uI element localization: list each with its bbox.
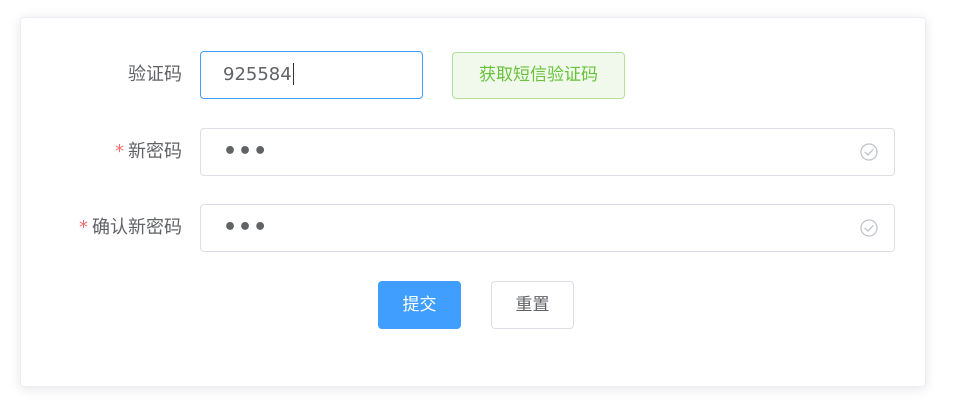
verification-code-label: 验证码 (128, 64, 182, 85)
reset-button[interactable]: 重置 (491, 281, 574, 329)
verification-code-input[interactable]: 925584 (200, 51, 423, 99)
required-asterisk: * (115, 141, 124, 162)
confirm-password-label: * 确认新密码 (79, 217, 182, 238)
check-circle-icon (860, 219, 878, 237)
confirm-password-masked-value: ••• (223, 215, 269, 240)
form-actions: 提交 重置 (21, 281, 925, 329)
new-password-label: * 新密码 (115, 141, 182, 162)
reset-password-card: 验证码 925584 获取短信验证码 * 新密码 ••• * 确认新密码 ••• 提… (20, 17, 926, 387)
form-item-new-password: * 新密码 ••• (21, 128, 925, 176)
confirm-password-input[interactable]: ••• (200, 204, 895, 252)
verification-code-value: 925584 (223, 62, 294, 85)
check-circle-icon (860, 143, 878, 161)
new-password-input[interactable]: ••• (200, 128, 895, 176)
new-password-masked-value: ••• (223, 139, 269, 164)
form-item-confirm-password: * 确认新密码 ••• (21, 204, 925, 252)
submit-button[interactable]: 提交 (378, 281, 461, 329)
required-asterisk: * (79, 217, 88, 238)
get-sms-code-button[interactable]: 获取短信验证码 (452, 52, 625, 99)
form-item-verification-code: 验证码 925584 获取短信验证码 (21, 51, 925, 99)
text-caret (292, 62, 294, 85)
